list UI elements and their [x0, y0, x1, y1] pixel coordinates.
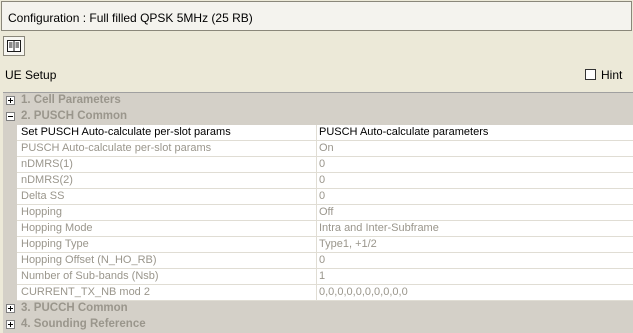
property-value[interactable]: 0	[317, 253, 633, 269]
property-row[interactable]: nDMRS(2) 0	[3, 173, 633, 189]
property-row[interactable]: Hopping Off	[3, 205, 633, 221]
property-row[interactable]: Hopping Type Type1, +1/2	[3, 237, 633, 253]
category-label: 1. Cell Parameters	[21, 94, 121, 106]
property-name: Delta SS	[17, 189, 317, 205]
category-label: 2. PUSCH Common	[21, 110, 128, 122]
property-name: Hopping Type	[17, 237, 317, 253]
property-name: Hopping	[17, 205, 317, 221]
property-value[interactable]: On	[317, 141, 633, 157]
property-value[interactable]: Intra and Inter-Subframe	[317, 221, 633, 237]
property-value[interactable]: 1	[317, 269, 633, 285]
property-name: nDMRS(2)	[17, 173, 317, 189]
expand-icon[interactable]	[6, 96, 15, 105]
configuration-title: Configuration : Full filled QPSK 5MHz (2…	[8, 11, 253, 25]
property-name: Hopping Offset (N_HO_RB)	[17, 253, 317, 269]
category-sounding-reference[interactable]: 4. Sounding Reference	[3, 317, 633, 333]
toolbar-button[interactable]	[3, 36, 25, 56]
property-name: CURRENT_TX_NB mod 2	[17, 285, 317, 301]
property-row[interactable]: nDMRS(1) 0	[3, 157, 633, 173]
hint-label: Hint	[601, 68, 623, 82]
property-value[interactable]: 0	[317, 189, 633, 205]
category-label: 3. PUCCH Common	[21, 302, 128, 314]
book-icon	[7, 40, 21, 52]
expand-icon[interactable]	[6, 320, 15, 329]
category-pucch-common[interactable]: 3. PUCCH Common	[3, 301, 633, 317]
expand-icon[interactable]	[6, 304, 15, 313]
property-row[interactable]: Delta SS 0	[3, 189, 633, 205]
property-row[interactable]: PUSCH Auto-calculate per-slot params On	[3, 141, 633, 157]
property-row[interactable]: Hopping Offset (N_HO_RB) 0	[3, 253, 633, 269]
property-value[interactable]: Off	[317, 205, 633, 221]
property-row[interactable]: Number of Sub-bands (Nsb) 1	[3, 269, 633, 285]
property-row[interactable]: CURRENT_TX_NB mod 2 0,0,0,0,0,0,0,0,0,0	[3, 285, 633, 301]
property-value[interactable]: PUSCH Auto-calculate parameters	[317, 125, 633, 141]
property-value[interactable]: 0,0,0,0,0,0,0,0,0,0	[317, 285, 633, 301]
property-row[interactable]: Set PUSCH Auto-calculate per-slot params…	[3, 125, 633, 141]
hint-checkbox-box[interactable]	[585, 69, 596, 80]
property-name: Hopping Mode	[17, 221, 317, 237]
section-title: UE Setup	[5, 68, 57, 82]
collapse-icon[interactable]	[6, 112, 15, 121]
property-value[interactable]: Type1, +1/2	[317, 237, 633, 253]
property-name: Number of Sub-bands (Nsb)	[17, 269, 317, 285]
property-name: PUSCH Auto-calculate per-slot params	[17, 141, 317, 157]
property-name: nDMRS(1)	[17, 157, 317, 173]
property-value[interactable]: 0	[317, 173, 633, 189]
configuration-bar: Configuration : Full filled QPSK 5MHz (2…	[1, 1, 632, 31]
property-value[interactable]: 0	[317, 157, 633, 173]
property-grid: 1. Cell Parameters 2. PUSCH Common Set P…	[3, 92, 633, 333]
category-label: 4. Sounding Reference	[21, 318, 146, 330]
property-name: Set PUSCH Auto-calculate per-slot params	[17, 125, 317, 141]
property-row[interactable]: Hopping Mode Intra and Inter-Subframe	[3, 221, 633, 237]
category-pusch-common[interactable]: 2. PUSCH Common	[3, 109, 633, 125]
category-cell-parameters[interactable]: 1. Cell Parameters	[3, 93, 633, 109]
